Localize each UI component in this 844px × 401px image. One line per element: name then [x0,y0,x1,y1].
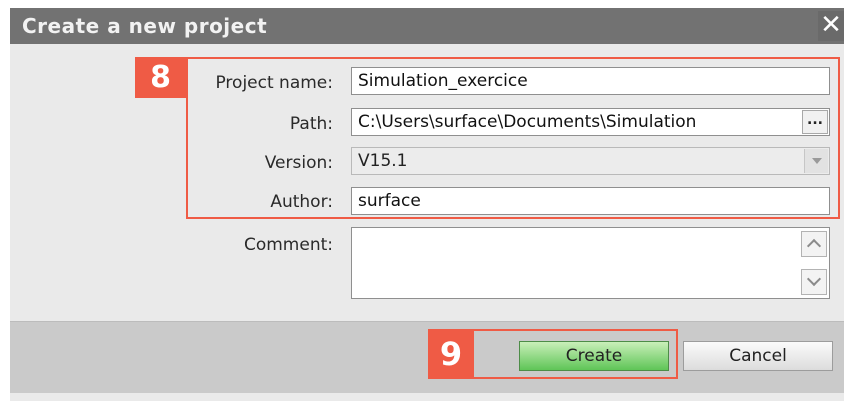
step-badge-fields: 8 [135,57,186,98]
scroll-up-button[interactable] [801,231,827,257]
scroll-down-button[interactable] [801,269,827,295]
comment-label: Comment: [243,235,333,255]
create-project-dialog: Create a new project ✕ Project name: Sim… [10,8,844,401]
step-badge-create: 9 [428,329,474,379]
chevron-down-icon [806,271,822,287]
dialog-title: Create a new project [22,14,268,38]
chevron-up-icon [806,238,822,254]
fields-highlight [186,57,840,219]
close-icon[interactable]: ✕ [818,11,844,41]
dialog-titlebar: Create a new project ✕ [10,8,844,44]
cancel-button[interactable]: Cancel [683,341,833,371]
comment-textarea[interactable] [351,227,830,299]
